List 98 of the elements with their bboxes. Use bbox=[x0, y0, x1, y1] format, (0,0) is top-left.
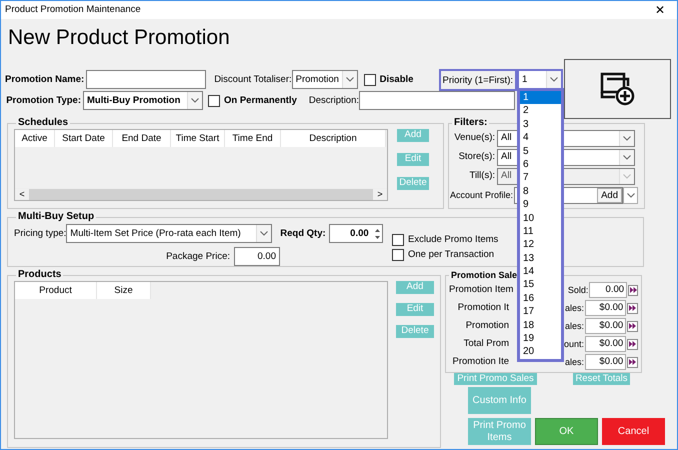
group-title: Multi-Buy Setup bbox=[17, 211, 96, 223]
new-item-button[interactable] bbox=[564, 59, 671, 119]
stat-label: ales: bbox=[564, 320, 585, 332]
column-header: Time End bbox=[225, 130, 281, 148]
dropdown-field[interactable]: Multi-Buy Promotion bbox=[83, 91, 203, 110]
column-header: Size bbox=[97, 282, 151, 300]
list-option[interactable]: 14 bbox=[520, 265, 561, 278]
scroll-bar[interactable]: < > bbox=[15, 188, 387, 200]
field-label: Venue(s): bbox=[453, 132, 496, 144]
field-label: Promotion Type: bbox=[5, 94, 82, 106]
caret-icon bbox=[260, 231, 268, 236]
dropdown-field[interactable]: Promotion bbox=[292, 70, 358, 89]
list-option[interactable]: 2 bbox=[520, 104, 561, 118]
stat-label: ales: bbox=[564, 356, 585, 368]
group-title: Schedules bbox=[17, 117, 70, 129]
list-option[interactable]: 13 bbox=[520, 252, 561, 266]
column-header: Start Date bbox=[55, 130, 113, 148]
spinner-icon[interactable] bbox=[372, 226, 382, 240]
column-header: Active bbox=[15, 130, 55, 148]
list-option[interactable]: 18 bbox=[520, 318, 561, 332]
checkbox-label: Exclude Promo Items bbox=[408, 234, 498, 246]
window-title: Product Promotion Maintenance bbox=[5, 4, 141, 16]
list-option[interactable]: 19 bbox=[520, 332, 561, 346]
value-field: $0.00 bbox=[585, 354, 626, 370]
field-label: Store(s): bbox=[458, 151, 496, 163]
stat-label: Promotion It bbox=[456, 302, 510, 314]
field-label: Package Price: bbox=[165, 250, 231, 262]
caret-icon bbox=[550, 77, 558, 82]
dropdown-field[interactable]: Multi-Item Set Price (Pro-rata each Item) bbox=[66, 224, 272, 243]
group-title: Promotion Sale bbox=[450, 269, 518, 281]
action-button[interactable]: Cancel bbox=[602, 418, 665, 445]
checkbox-label: Disable bbox=[380, 74, 414, 86]
list-option[interactable]: 15 bbox=[520, 278, 561, 292]
column-header: Product bbox=[15, 282, 97, 300]
value-field: $0.00 bbox=[585, 336, 626, 352]
stat-label: ount: bbox=[562, 338, 585, 350]
value-field: $0.00 bbox=[585, 300, 626, 316]
priority-label: Priority (1=First): bbox=[438, 68, 517, 90]
stat-label: Promotion Ite bbox=[452, 356, 510, 368]
stat-label: Promotion bbox=[464, 320, 510, 332]
dropdown-button[interactable] bbox=[623, 186, 638, 204]
text-field[interactable] bbox=[359, 91, 515, 110]
double-arrow-icon[interactable] bbox=[627, 338, 638, 350]
add-button[interactable]: Add bbox=[597, 188, 622, 202]
field-label: Description: bbox=[308, 94, 360, 106]
list-option[interactable]: 1 bbox=[520, 91, 561, 104]
caret-icon bbox=[623, 154, 631, 160]
list-option[interactable]: 11 bbox=[520, 224, 561, 238]
stat-label: Sold: bbox=[566, 284, 590, 296]
number-spinner[interactable]: 0.00 bbox=[328, 224, 383, 243]
caret-icon bbox=[191, 98, 199, 103]
double-arrow-icon[interactable] bbox=[628, 284, 638, 296]
group-title: Filters: bbox=[453, 117, 488, 129]
checkbox[interactable] bbox=[392, 249, 404, 261]
field-label: Pricing type: bbox=[14, 228, 66, 240]
field-label: Promotion Name: bbox=[5, 74, 86, 86]
caret-icon bbox=[623, 136, 631, 140]
scroll-right-button[interactable]: > bbox=[373, 189, 387, 200]
value-field: $0.00 bbox=[585, 318, 626, 334]
column-header: Description bbox=[281, 130, 386, 148]
list-option[interactable]: 16 bbox=[520, 292, 561, 306]
stat-label: Promotion Item bbox=[449, 284, 514, 296]
copy-add-icon bbox=[600, 72, 636, 106]
double-arrow-icon[interactable] bbox=[627, 302, 638, 314]
list-option[interactable]: 4 bbox=[520, 131, 561, 145]
field-label: Account Profile: bbox=[450, 190, 514, 200]
field-label: Reqd Qty: bbox=[280, 228, 326, 240]
checkbox[interactable] bbox=[208, 94, 220, 106]
list-option[interactable]: 8 bbox=[520, 184, 561, 198]
scroll-left-button[interactable]: < bbox=[15, 189, 29, 200]
value-field: 0.00 bbox=[589, 282, 628, 298]
list-option[interactable]: 7 bbox=[520, 171, 561, 185]
checkbox-label: One per Transaction bbox=[408, 249, 494, 261]
close-button[interactable]: ✕ bbox=[643, 2, 677, 18]
list-option[interactable]: 12 bbox=[520, 238, 561, 252]
field-label: Till(s): bbox=[468, 170, 496, 182]
column-header: End Date bbox=[113, 130, 171, 148]
list-option[interactable]: 10 bbox=[520, 212, 561, 225]
checkbox[interactable] bbox=[364, 74, 376, 86]
double-arrow-icon[interactable] bbox=[627, 356, 638, 368]
caret-icon bbox=[623, 174, 631, 178]
list-option[interactable]: 17 bbox=[520, 305, 561, 319]
dropdown-field[interactable]: 1 bbox=[517, 68, 563, 90]
column-header: Time Start bbox=[171, 130, 225, 148]
text-field[interactable] bbox=[86, 70, 206, 89]
stat-label: Total Prom bbox=[462, 338, 510, 350]
page-heading: New Product Promotion bbox=[7, 25, 231, 51]
caret-icon bbox=[346, 77, 354, 82]
group-title: Products bbox=[17, 269, 62, 281]
list-option[interactable]: 20 bbox=[520, 345, 561, 359]
double-arrow-icon[interactable] bbox=[627, 320, 638, 332]
field-label: Discount Totaliser: bbox=[214, 74, 292, 86]
stat-label: ales: bbox=[564, 302, 585, 314]
text-field[interactable]: 0.00 bbox=[234, 247, 280, 266]
checkbox[interactable] bbox=[392, 234, 404, 246]
list-option[interactable]: 3 bbox=[520, 118, 561, 132]
checkbox-label: On Permanently bbox=[224, 94, 297, 106]
caret-icon bbox=[626, 192, 634, 198]
